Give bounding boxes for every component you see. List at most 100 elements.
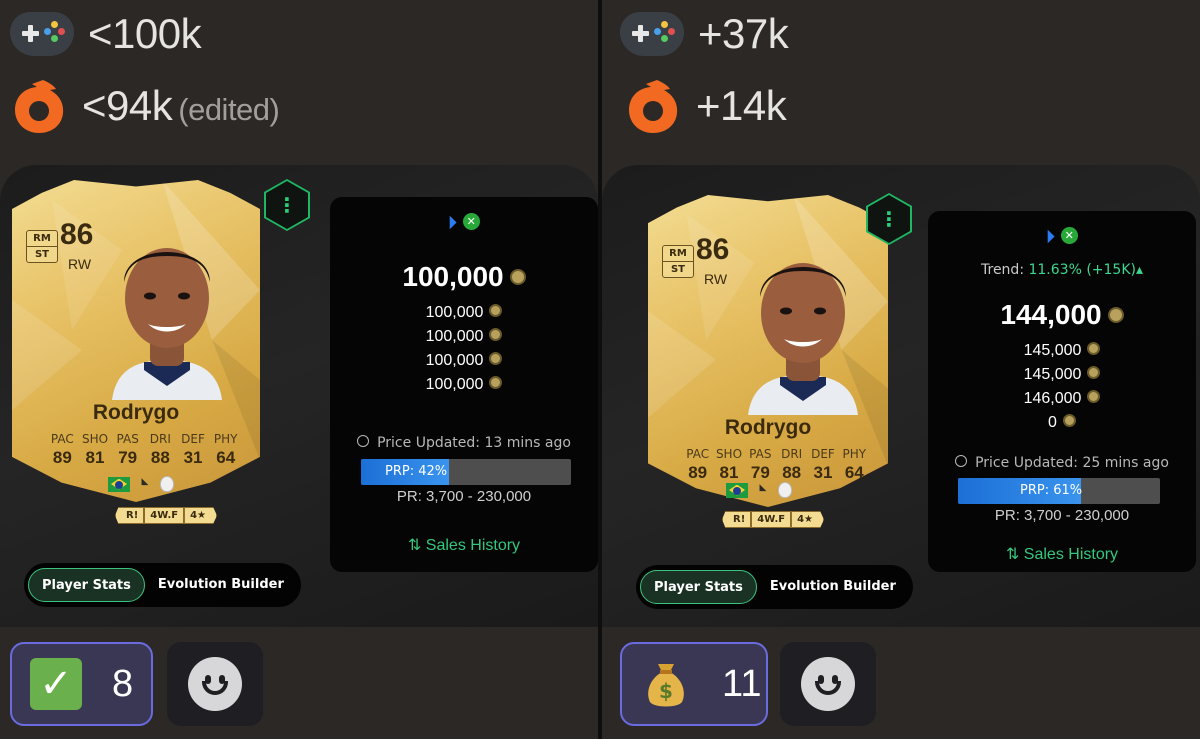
reaction-count: 8 <box>112 662 134 705</box>
right-panel: +37k +14k RM ST 86 RW Rodrygo PAC SHO PA… <box>602 0 1200 739</box>
playstation-icon: ⏵ <box>448 213 457 233</box>
stat-value: 89 <box>52 448 72 467</box>
platform-icons: ⏵ ✕ <box>330 213 598 233</box>
coin-icon <box>489 328 503 342</box>
listing-price: 100,000 <box>330 325 598 349</box>
coin-icon <box>489 376 503 390</box>
card-position: RW <box>704 271 728 287</box>
player-card[interactable]: RM ST 86 RW Rodrygo PAC SHO PAS DRI DEF … <box>648 195 888 507</box>
stat-value: 64 <box>216 448 236 467</box>
prp-label: PRP: 42% <box>385 464 448 479</box>
tab-player-stats[interactable]: Player Stats <box>28 568 145 602</box>
stat-value: 79 <box>118 448 138 467</box>
coin-icon <box>489 304 503 318</box>
stat-value: 88 <box>782 463 802 482</box>
prp-label: PRP: 61% <box>1020 483 1083 498</box>
stat-label: PAC <box>686 447 710 461</box>
pc-price-text: +14k <box>696 82 787 129</box>
stat-label: PAS <box>749 447 772 461</box>
stat-label: PAS <box>116 432 139 446</box>
skill-moves-trait: R! <box>115 507 145 524</box>
view-toggle: Player Stats Evolution Builder <box>24 563 301 607</box>
sort-arrows-icon: ⇅ <box>407 537 426 554</box>
coin-icon <box>1087 342 1101 356</box>
console-price-line: +37k <box>620 4 789 64</box>
gamepad-icon <box>10 12 74 56</box>
stat-labels: PAC SHO PAS DRI DEF PHY <box>46 432 242 446</box>
origin-icon <box>629 80 678 133</box>
listing-price: 100,000 <box>330 373 598 397</box>
rating-trait: 4★ <box>791 511 825 528</box>
prp-bar: PRP: 61% <box>958 478 1160 504</box>
player-card-area: RM ST 86 RW Rodrygo PAC SHO PAS DRI DEF … <box>0 165 598 627</box>
alt-positions: RM ST <box>26 230 58 263</box>
listing-price: 100,000 <box>330 301 598 325</box>
player-card[interactable]: RM ST 86 RW Rodrygo PAC SHO PAS DRI DEF … <box>12 180 260 502</box>
league-logo-icon: ◣ <box>141 476 149 487</box>
price-updated: Price Updated: 13 mins ago <box>330 435 598 451</box>
tab-evolution-builder[interactable]: Evolution Builder <box>145 568 297 602</box>
coin-icon <box>489 352 503 366</box>
pc-price-line: +14k <box>624 76 787 136</box>
coin-icon <box>1062 414 1076 428</box>
stat-label: PHY <box>213 432 238 446</box>
stat-values: 89 81 79 88 31 64 <box>46 448 242 468</box>
stat-value: 81 <box>85 448 105 467</box>
console-price-line: <100k <box>10 4 202 64</box>
clock-icon <box>955 455 968 467</box>
listing-price: 0 <box>928 411 1196 435</box>
card-position: RW <box>68 256 92 272</box>
reaction-money-bag[interactable]: $ 11 <box>620 642 768 726</box>
stat-value: 81 <box>719 463 739 482</box>
more-options-button[interactable]: ⋮ <box>264 179 310 231</box>
check-mark-icon: ✓ <box>30 658 82 710</box>
trend-value: 11.63% (+15K)▴ <box>1028 262 1143 278</box>
brazil-flag-icon <box>108 476 130 492</box>
skill-moves-trait: R! <box>722 511 752 528</box>
price-range: PR: 3,700 - 230,000 <box>994 507 1130 524</box>
gamepad-icon <box>620 12 684 56</box>
card-rating: 86 <box>696 233 730 266</box>
stat-value: 79 <box>750 463 770 482</box>
sales-history-link[interactable]: ⇅ Sales History <box>330 535 598 555</box>
platform-icons: ⏵ ✕ <box>928 227 1196 247</box>
more-vertical-icon: ⋮ <box>266 181 308 229</box>
coin-icon <box>1107 306 1124 323</box>
player-portrait <box>112 248 222 400</box>
tab-player-stats[interactable]: Player Stats <box>640 570 757 604</box>
pc-price-line: <94k (edited) <box>10 76 280 136</box>
sort-arrows-icon: ⇅ <box>1005 546 1024 563</box>
card-badges: ◣ <box>726 482 792 498</box>
sales-history-link[interactable]: ⇅ Sales History <box>928 544 1196 564</box>
brazil-flag-icon <box>726 482 748 498</box>
price-range: PR: 3,700 - 230,000 <box>396 488 532 505</box>
player-portrait <box>748 263 858 415</box>
stat-label: DRI <box>149 432 171 446</box>
listing-price: 145,000 <box>928 363 1196 387</box>
reaction-check[interactable]: ✓ 8 <box>10 642 153 726</box>
add-reaction-button[interactable] <box>167 642 263 726</box>
card-badges: ◣ <box>108 476 174 492</box>
xbox-icon: ✕ <box>462 213 480 230</box>
stat-label: SHO <box>715 447 743 461</box>
coin-icon <box>1087 390 1101 404</box>
console-price-text: +37k <box>698 10 789 57</box>
add-reaction-button[interactable] <box>780 642 876 726</box>
stat-value: 31 <box>183 448 203 467</box>
coin-icon <box>509 268 526 285</box>
coin-icon <box>1087 366 1101 380</box>
listing-price: 145,000 <box>928 339 1196 363</box>
weak-foot-trait: 4W.F <box>144 507 185 524</box>
pc-price-text: <94k (edited) <box>82 82 280 129</box>
tab-evolution-builder[interactable]: Evolution Builder <box>757 570 909 604</box>
stat-value: 88 <box>150 448 170 467</box>
stat-value: 64 <box>844 463 864 482</box>
smiley-icon <box>801 657 855 711</box>
stat-label: DEF <box>811 447 835 461</box>
player-name: Rodrygo <box>92 401 180 424</box>
origin-icon <box>15 80 64 133</box>
card-rating: 86 <box>60 218 94 251</box>
left-panel: <100k <94k (edited) RM ST 86 RW Rodrygo … <box>0 0 598 739</box>
more-vertical-icon: ⋮ <box>868 195 910 243</box>
player-card-area: RM ST 86 RW Rodrygo PAC SHO PAS DRI DEF … <box>602 165 1200 627</box>
